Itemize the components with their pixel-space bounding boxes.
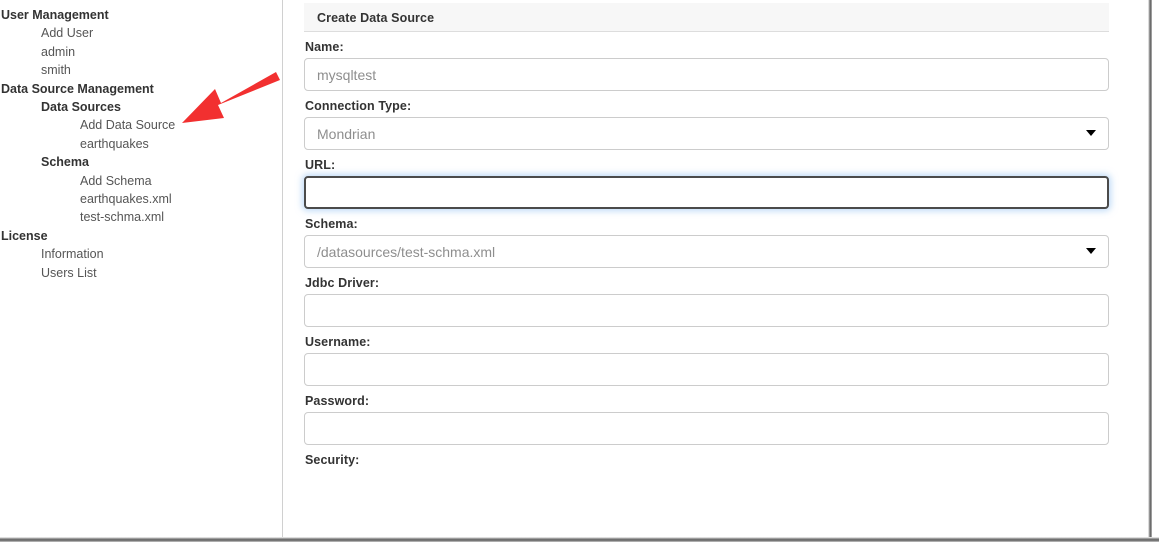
- sidebar-item-earthquakes[interactable]: earthquakes: [0, 135, 282, 153]
- sidebar-item-user-management[interactable]: User Management: [0, 6, 282, 24]
- window-right-edge: [1148, 0, 1152, 542]
- create-data-source-panel: Create Data Source Name: Connection Type…: [304, 3, 1109, 471]
- main-content: Create Data Source Name: Connection Type…: [283, 0, 1148, 538]
- field-group-username: Username:: [304, 335, 1109, 386]
- field-group-connection-type: Connection Type:: [304, 99, 1109, 150]
- sidebar-item-add-schema[interactable]: Add Schema: [0, 172, 282, 190]
- username-label: Username:: [305, 335, 1109, 349]
- schema-label: Schema:: [305, 217, 1109, 231]
- schema-select-wrap: [304, 235, 1109, 268]
- field-group-schema: Schema:: [304, 217, 1109, 268]
- security-label: Security:: [305, 453, 1109, 467]
- schema-select[interactable]: [304, 235, 1109, 268]
- username-input[interactable]: [304, 353, 1109, 386]
- window-bottom-edge: [0, 537, 1159, 542]
- url-input[interactable]: [304, 176, 1109, 209]
- sidebar-item-add-user[interactable]: Add User: [0, 24, 282, 42]
- sidebar-item-test-schma-xml[interactable]: test-schma.xml: [0, 208, 282, 226]
- sidebar-item-users-list[interactable]: Users List: [0, 264, 282, 282]
- url-label: URL:: [305, 158, 1109, 172]
- sidebar-item-smith[interactable]: smith: [0, 61, 282, 79]
- sidebar-item-license[interactable]: License: [0, 227, 282, 245]
- sidebar-item-data-source-management[interactable]: Data Source Management: [0, 80, 282, 98]
- field-group-jdbc-driver: Jdbc Driver:: [304, 276, 1109, 327]
- sidebar-nav: User Management Add User admin smith Dat…: [0, 0, 283, 538]
- connection-type-select[interactable]: [304, 117, 1109, 150]
- connection-type-select-wrap: [304, 117, 1109, 150]
- sidebar-item-admin[interactable]: admin: [0, 43, 282, 61]
- field-group-url: URL:: [304, 158, 1109, 209]
- field-group-name: Name:: [304, 40, 1109, 91]
- jdbc-driver-label: Jdbc Driver:: [305, 276, 1109, 290]
- password-label: Password:: [305, 394, 1109, 408]
- panel-header: Create Data Source: [304, 3, 1109, 32]
- sidebar-item-data-sources[interactable]: Data Sources: [0, 98, 282, 116]
- sidebar-item-schema[interactable]: Schema: [0, 153, 282, 171]
- page-root: User Management Add User admin smith Dat…: [0, 0, 1159, 542]
- connection-type-label: Connection Type:: [305, 99, 1109, 113]
- sidebar-item-add-data-source[interactable]: Add Data Source: [0, 116, 282, 134]
- jdbc-driver-input[interactable]: [304, 294, 1109, 327]
- name-label: Name:: [305, 40, 1109, 54]
- panel-title: Create Data Source: [304, 11, 434, 25]
- password-input[interactable]: [304, 412, 1109, 445]
- field-group-password: Password:: [304, 394, 1109, 445]
- sidebar-item-information[interactable]: Information: [0, 245, 282, 263]
- name-input[interactable]: [304, 58, 1109, 91]
- sidebar-item-earthquakes-xml[interactable]: earthquakes.xml: [0, 190, 282, 208]
- field-group-security: Security:: [304, 453, 1109, 467]
